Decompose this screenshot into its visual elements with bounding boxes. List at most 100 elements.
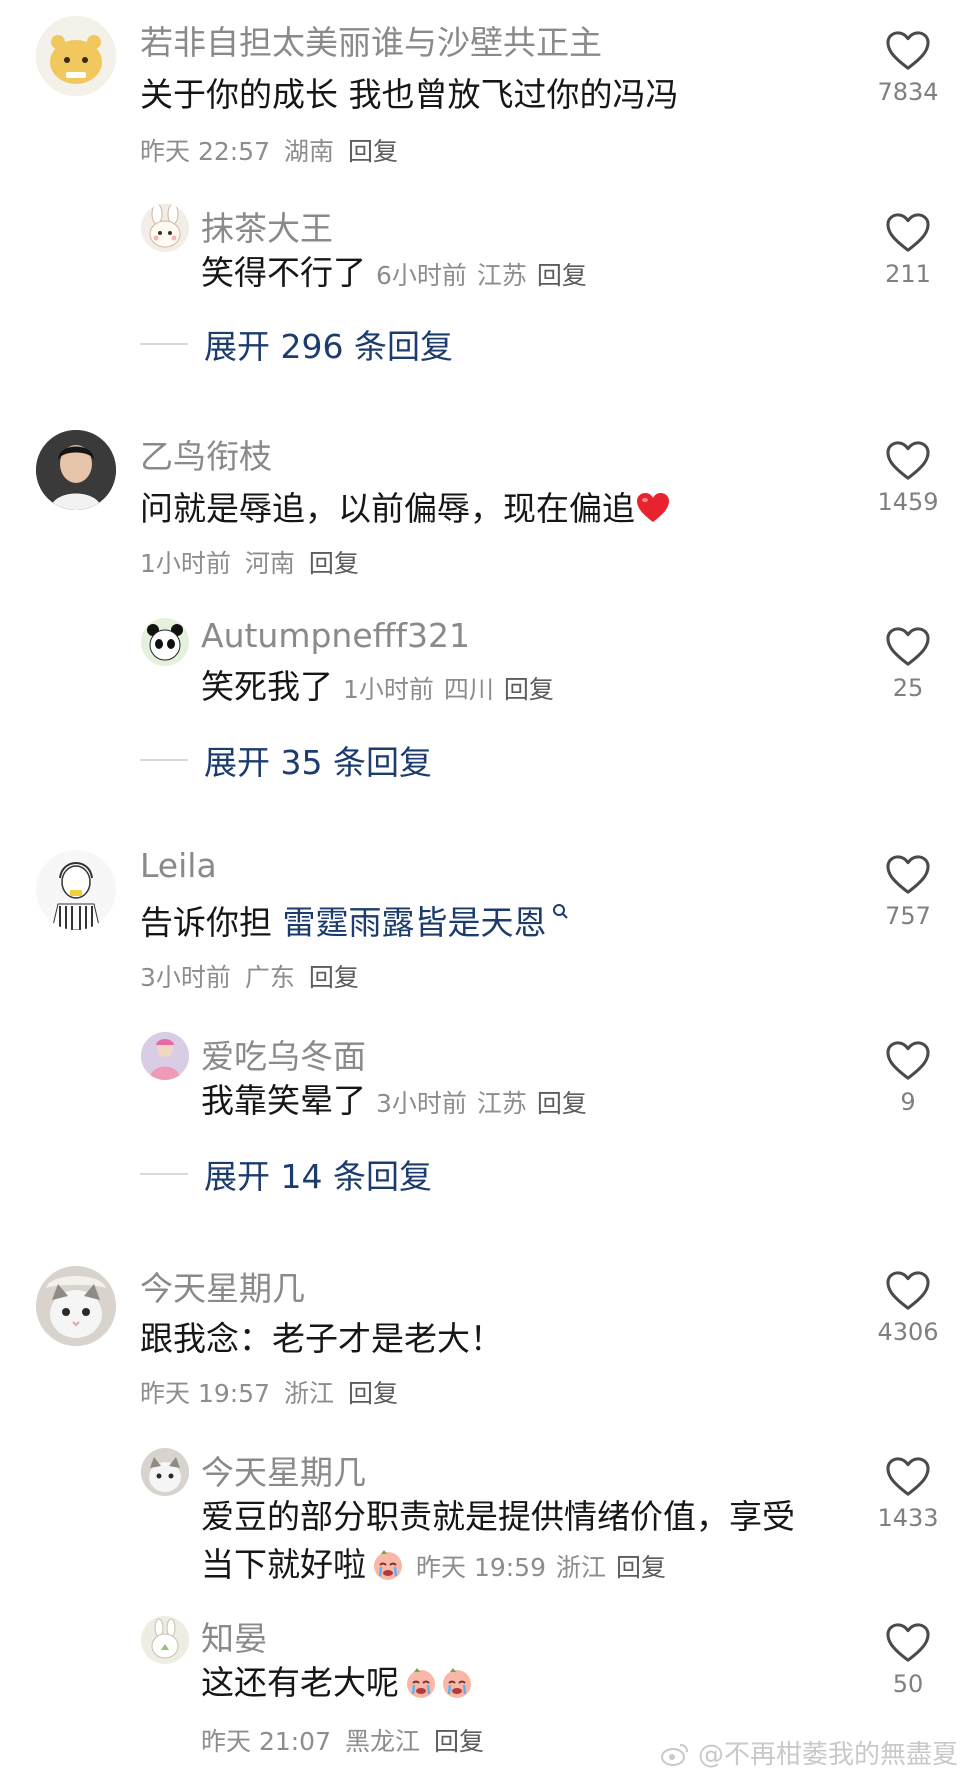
reply-time: 3小时前 [376,1089,467,1118]
reply-text-content: 这还有老大呢 [201,1663,399,1702]
heart-outline-icon [886,627,930,666]
reply-button[interactable]: 回复 [309,549,359,578]
avatar-cat-small[interactable] [141,1448,189,1496]
comment-text: 跟我念：老子才是老大！ [140,1319,503,1358]
heart-outline-icon [886,213,930,252]
expand-replies-button[interactable]: 展开 35 条回复 [140,740,432,782]
comment-text: 关于你的成长 我也曾放飞过你的冯冯 [140,75,679,114]
comment-meta: 1小时前 河南 回复 [140,544,359,580]
heart-outline-icon [886,1457,930,1496]
heart-outline-icon [886,1623,930,1662]
search-link-icon[interactable] [551,902,569,920]
reply-username[interactable]: 今天星期几 [201,1446,366,1494]
reply-location: 黑龙江 [345,1727,421,1756]
red-heart-emoji [637,493,669,522]
reply-text: 笑得不行了 6小时前 江苏 回复 [201,250,587,299]
reply-text-content: 笑得不行了 [201,253,366,292]
divider [140,1173,188,1175]
like-button[interactable]: 50 [858,1622,958,1698]
comment-meta: 昨天 19:57 浙江 回复 [140,1374,398,1410]
avatar-rabbit[interactable] [141,1616,189,1664]
reply-time: 昨天 19:59 [416,1553,546,1582]
reply-location: 江苏 [476,1089,527,1118]
crying-emoji [407,1668,435,1698]
like-count: 757 [885,902,931,930]
like-count: 25 [892,674,924,702]
reply-meta: 昨天 21:07 黑龙江 回复 [201,1722,484,1758]
comment-location: 湖南 [284,137,335,166]
search-link[interactable]: 雷霆雨露皆是天恩 [283,903,547,942]
like-button[interactable]: 757 [858,854,958,930]
reply-time: 6小时前 [376,261,467,290]
comment-username[interactable]: Leila [140,846,217,885]
reply-location: 江苏 [476,261,527,290]
watermark: @不再柑萎我的無盡夏 [660,1734,958,1771]
heart-outline-icon [886,441,930,480]
reply-username[interactable]: 知晏 [201,1612,267,1660]
comment-location: 河南 [244,549,295,578]
crying-emoji [374,1550,402,1580]
reply-location: 浙江 [556,1553,607,1582]
comment-text-content: 问就是辱追，以前偏辱，现在偏追 [140,489,635,528]
like-count: 7834 [877,78,939,106]
reply-username[interactable]: 抹茶大王 [201,202,333,250]
comment-meta: 3小时前 广东 回复 [140,958,359,994]
like-button[interactable]: 1459 [858,440,958,516]
reply-text-line1: 爱豆的部分职责就是提供情绪价值，享受 [201,1497,795,1536]
avatar-cat[interactable] [36,1266,116,1346]
comment-text-content: 告诉你担 [140,903,272,942]
comment-location: 浙江 [284,1379,335,1408]
expand-replies-label: 展开 35 条回复 [204,743,432,782]
like-button[interactable]: 9 [858,1040,958,1116]
reply-time: 昨天 21:07 [201,1727,331,1756]
crying-emoji [443,1668,471,1698]
reply-text: 我靠笑晕了 3小时前 江苏 回复 [201,1078,587,1127]
reply-username[interactable]: Autumpnefff321 [201,616,470,655]
comment-location: 广东 [244,963,295,992]
like-count: 1433 [877,1504,939,1532]
expand-replies-button[interactable]: 展开 14 条回复 [140,1154,432,1196]
like-count: 9 [900,1088,916,1116]
avatar-portrait[interactable] [36,430,116,510]
reply-username[interactable]: 爱吃乌冬面 [201,1030,366,1078]
like-count: 211 [885,260,931,288]
comment-username[interactable]: 乙鸟衔枝 [140,430,272,478]
like-button[interactable]: 7834 [858,30,958,106]
like-button[interactable]: 211 [858,212,958,288]
heart-outline-icon [886,855,930,894]
comment-time: 昨天 19:57 [140,1379,270,1408]
watermark-text: @不再柑萎我的無盡夏 [697,1740,958,1770]
reply-text-content: 我靠笑晕了 [201,1081,366,1120]
reply-button[interactable]: 回复 [348,1379,398,1408]
reply-button[interactable]: 回复 [348,137,398,166]
comment-username[interactable]: 今天星期几 [140,1262,305,1310]
comment-meta: 昨天 22:57 湖南 回复 [140,132,398,168]
heart-outline-icon [886,1271,930,1310]
reply-location: 四川 [443,675,494,704]
expand-replies-button[interactable]: 展开 296 条回复 [140,324,453,366]
reply-text-content: 当下就好啦 [201,1545,366,1584]
reply-button[interactable]: 回复 [309,963,359,992]
avatar-panda[interactable] [141,618,189,666]
reply-text: 笑死我了 1小时前 四川 回复 [201,664,554,713]
avatar-singer[interactable] [141,1032,189,1080]
reply-button[interactable]: 回复 [504,675,554,704]
comment-text: 告诉你担 雷霆雨露皆是天恩 [140,900,569,946]
reply-button[interactable]: 回复 [537,1089,587,1118]
reply-button[interactable]: 回复 [616,1553,666,1582]
like-button[interactable]: 4306 [858,1270,958,1346]
avatar-hamster[interactable] [36,16,116,96]
heart-outline-icon [886,31,930,70]
reply-button[interactable]: 回复 [537,261,587,290]
reply-text-line2: 当下就好啦 昨天 19:59 浙江 回复 [201,1542,666,1591]
avatar-bunny[interactable] [141,204,189,252]
reply-text: 这还有老大呢 [201,1660,475,1706]
reply-button[interactable]: 回复 [434,1727,484,1756]
like-button[interactable]: 1433 [858,1456,958,1532]
like-count: 50 [892,1670,924,1698]
avatar-sketch-girl[interactable] [36,850,116,930]
comment-username[interactable]: 若非自担太美丽谁与沙壁共正主 [140,16,602,64]
like-count: 1459 [877,488,939,516]
like-button[interactable]: 25 [858,626,958,702]
divider [140,343,188,345]
